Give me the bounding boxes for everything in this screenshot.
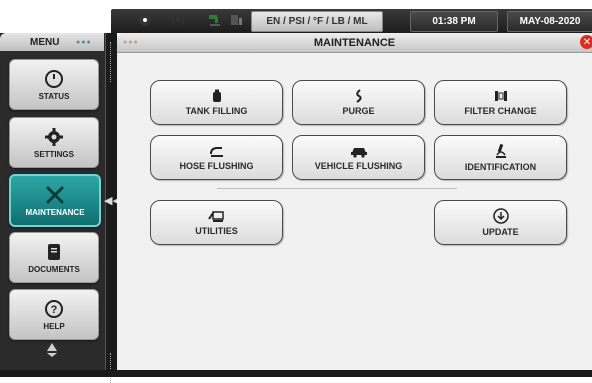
units-selector[interactable]: EN / PSI / °F / LB / ML xyxy=(251,11,383,32)
button-label: UTILITIES xyxy=(195,226,238,236)
sidebar-item-label: HELP xyxy=(43,321,65,331)
question-icon: ? xyxy=(44,299,64,319)
sidebar-item-label: DOCUMENTS xyxy=(28,264,80,274)
clock-date: MAY-08-2020 xyxy=(507,11,592,32)
page-title: MAINTENANCE xyxy=(313,37,396,49)
download-icon xyxy=(492,208,509,224)
recycle-icon[interactable] xyxy=(42,340,62,360)
gear-icon xyxy=(44,127,64,147)
sidebar-item-status[interactable]: STATUS xyxy=(9,59,99,110)
tank-icon xyxy=(211,89,223,103)
tank-filling-button[interactable]: TANK FILLING xyxy=(150,80,283,125)
button-label: IDENTIFICATION xyxy=(464,162,537,172)
button-label: FILTER CHANGE xyxy=(464,106,537,116)
status-bar: EN / PSI / °F / LB / ML 01:38 PM MAY-08-… xyxy=(0,0,592,33)
purge-icon xyxy=(353,89,365,103)
button-label: UPDATE xyxy=(482,227,519,237)
button-label: VEHICLE FLUSHING xyxy=(314,161,403,171)
drag-handle[interactable] xyxy=(110,353,114,383)
utilities-icon xyxy=(207,209,227,223)
sidebar-item-settings[interactable]: SETTINGS xyxy=(9,117,99,168)
sidebar-menu: MENU ●●● STATUS SETTINGS MAINTENANCE DOC… xyxy=(0,33,112,370)
purge-button[interactable]: PURGE xyxy=(292,80,425,125)
gauge-icon xyxy=(44,69,64,89)
microscope-icon xyxy=(494,143,508,159)
sidebar-item-documents[interactable]: DOCUMENTS xyxy=(9,232,99,283)
hose-icon xyxy=(209,144,225,158)
sidebar-item-label: STATUS xyxy=(38,91,70,101)
document-icon xyxy=(45,242,63,262)
panel-header: ●●● MAINTENANCE ✕ xyxy=(117,33,592,53)
bottom-status-bar xyxy=(0,370,592,377)
maintenance-panel: ●●● MAINTENANCE ✕ TANK FILLING PURGE FIL… xyxy=(117,33,592,370)
sidebar-item-label: SETTINGS xyxy=(33,149,74,159)
filter-change-button[interactable]: FILTER CHANGE xyxy=(434,80,567,125)
menu-title: MENU xyxy=(30,37,60,48)
car-icon xyxy=(350,144,368,158)
update-button[interactable]: UPDATE xyxy=(434,200,567,245)
button-label: HOSE FLUSHING xyxy=(179,161,254,171)
identification-button[interactable]: IDENTIFICATION xyxy=(434,135,567,180)
button-label: TANK FILLING xyxy=(185,106,248,116)
svg-text:?: ? xyxy=(51,304,58,316)
divider xyxy=(217,188,457,189)
window-dots-icon: ●●● xyxy=(76,39,92,46)
menu-header: MENU ●●● xyxy=(0,33,104,51)
sidebar-item-help[interactable]: ? HELP xyxy=(9,289,99,340)
wrench-screwdriver-icon xyxy=(45,185,65,205)
close-icon[interactable]: ✕ xyxy=(580,35,592,49)
clock-time: 01:38 PM xyxy=(410,11,498,32)
panel-body: TANK FILLING PURGE FILTER CHANGE HOSE FL… xyxy=(117,53,592,370)
water-tap-icon xyxy=(205,11,225,29)
sidebar-item-label: MAINTENANCE xyxy=(25,207,85,217)
wireless-icon xyxy=(168,11,188,29)
vehicle-flushing-button[interactable]: VEHICLE FLUSHING xyxy=(292,135,425,180)
tank-flask-icon xyxy=(226,11,246,29)
filter-icon xyxy=(494,89,508,103)
drag-handle[interactable] xyxy=(110,42,114,82)
button-label: PURGE xyxy=(342,106,375,116)
utilities-button[interactable]: UTILITIES xyxy=(150,200,283,245)
hose-flushing-button[interactable]: HOSE FLUSHING xyxy=(150,135,283,180)
sidebar-item-maintenance[interactable]: MAINTENANCE xyxy=(9,174,101,227)
pressure-icon xyxy=(135,11,155,29)
